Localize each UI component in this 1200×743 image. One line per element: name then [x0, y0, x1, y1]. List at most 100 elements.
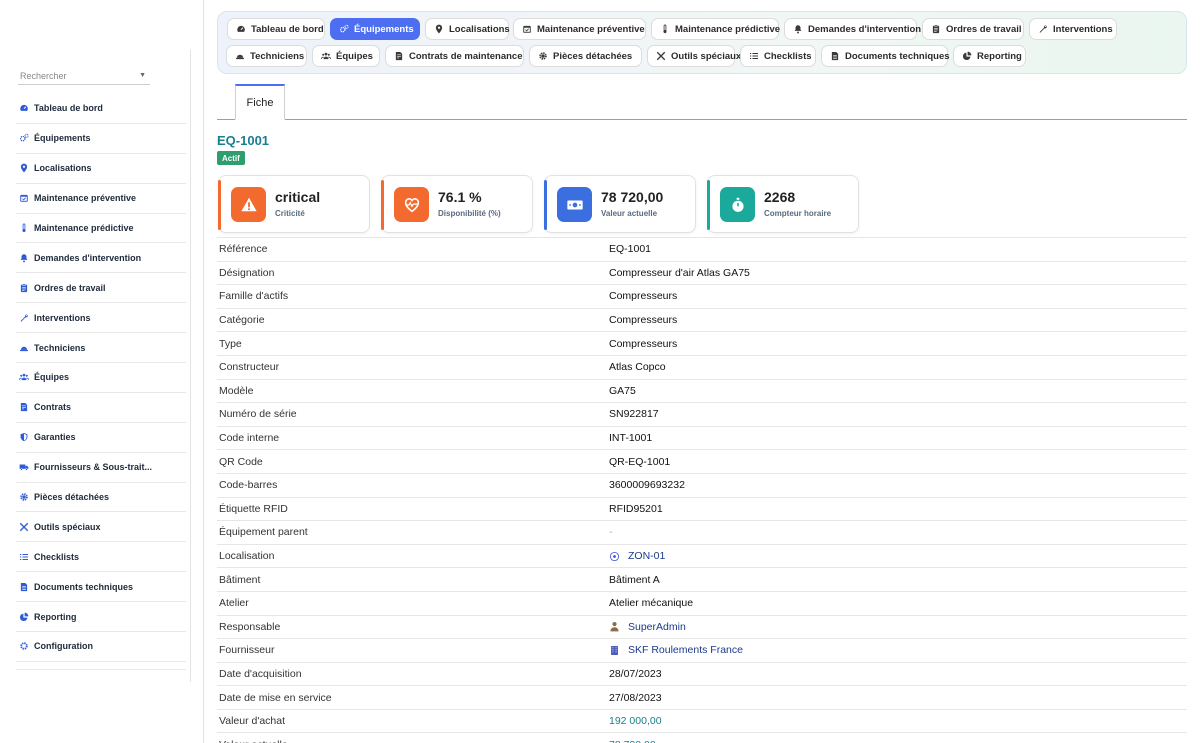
- bell-icon: [19, 253, 29, 263]
- tools-icon: [19, 522, 29, 532]
- shield-icon: [19, 432, 29, 442]
- sidebar-item-pieces-detachees[interactable]: Pièces détachées: [16, 483, 186, 513]
- nav-pill-localisations[interactable]: Localisations: [425, 18, 510, 40]
- sidebar-item-label: Tableau de bord: [34, 103, 103, 114]
- detail-row-valeur-actuelle: Valeur actuelle78 720,00: [217, 732, 1187, 743]
- detail-label: Modèle: [219, 384, 254, 397]
- detail-row-numero-de-serie: Numéro de série SN922817: [217, 402, 1187, 426]
- tab-fiche[interactable]: Fiche: [235, 84, 285, 120]
- nav-pill-techniciens[interactable]: Techniciens: [226, 45, 307, 67]
- map-pin-icon: [19, 163, 29, 173]
- sidebar-item-documents-techniques[interactable]: Documents techniques: [16, 572, 186, 603]
- nav-pill-maintenance-predictive[interactable]: Maintenance prédictive: [651, 18, 780, 40]
- detail-value: QR-EQ-1001: [609, 456, 670, 468]
- sidebar-item-maintenance-preventive[interactable]: Maintenance préventive: [16, 184, 186, 214]
- sidebar-item-label: Garanties: [34, 432, 76, 443]
- detail-value-text: -: [609, 526, 613, 539]
- nav-pill-checklists[interactable]: Checklists: [740, 45, 816, 67]
- thermometer-icon: [19, 223, 29, 233]
- detail-label: Responsable: [219, 620, 281, 633]
- nav-pill-label: Tableau de bord: [251, 23, 324, 35]
- nav-pill-equipements[interactable]: Équipements: [330, 18, 420, 40]
- detail-row-modele: Modèle GA75: [217, 378, 1187, 403]
- detail-value: 27/08/2023: [609, 692, 662, 704]
- detail-label: Désignation: [219, 266, 275, 279]
- detail-value[interactable]: SuperAdmin: [609, 621, 686, 633]
- sidebar-item-outils-speciaux[interactable]: Outils spéciaux: [16, 512, 186, 543]
- detail-value-text: 27/08/2023: [609, 691, 662, 704]
- sidebar-item-maintenance-predictive[interactable]: Maintenance prédictive: [16, 214, 186, 244]
- detail-value: -: [609, 526, 613, 538]
- sidebar-item-interventions[interactable]: Interventions: [16, 303, 186, 334]
- clipboard-icon: [19, 283, 29, 293]
- detail-value[interactable]: SKF Roulements France: [609, 644, 743, 656]
- sidebar-item-label: Checklists: [34, 551, 80, 562]
- detail-value[interactable]: ZON-01: [609, 550, 665, 562]
- sidebar-item-equipes[interactable]: Équipes: [16, 363, 186, 393]
- detail-value: 28/07/2023: [609, 668, 662, 680]
- detail-value-text: Compresseur d'air Atlas GA75: [609, 266, 750, 279]
- kpi-value: 78 720,00: [601, 189, 664, 205]
- nav-pill-label: Reporting: [977, 50, 1022, 62]
- nav-pill-interventions[interactable]: Interventions: [1029, 18, 1117, 40]
- nav-pill-label: Checklists: [764, 50, 812, 62]
- kpi-card-compteur-horaire: 2268 Compteur horaire: [707, 175, 859, 233]
- nav-pill-reporting[interactable]: Reporting: [953, 45, 1026, 67]
- detail-row-responsable: Responsable SuperAdmin: [217, 614, 1187, 639]
- detail-row-type: Type Compresseurs: [217, 331, 1187, 355]
- sidebar-item-demandes-d-intervention[interactable]: Demandes d'intervention: [16, 243, 186, 274]
- nav-pill-outils-speciaux[interactable]: Outils spéciaux: [647, 45, 741, 67]
- search-select[interactable]: Rechercher ▼: [18, 67, 150, 85]
- settings-icon: [19, 641, 29, 651]
- detail-row-qr-code: QR Code QR-EQ-1001: [217, 449, 1187, 473]
- detail-value-text: GA75: [609, 384, 636, 397]
- sidebar-item-fournisseurs-sous-trait[interactable]: Fournisseurs & Sous-trait...: [16, 453, 186, 483]
- detail-label: Équipement parent: [219, 526, 308, 539]
- nav-pill-label: Maintenance préventive: [537, 23, 645, 35]
- detail-row-date-d-acquisition: Date d'acquisition 28/07/2023: [217, 661, 1187, 686]
- detail-row-equipement-parent: Équipement parent -: [217, 520, 1187, 544]
- detail-label: Fournisseur: [219, 644, 275, 657]
- sidebar-item-label: Fournisseurs & Sous-trait...: [34, 462, 153, 473]
- nav-pill-documents-techniques[interactable]: Documents techniques: [821, 45, 950, 67]
- nav-pill-label: Documents techniques: [845, 50, 950, 62]
- sidebar-item-reporting[interactable]: Reporting: [16, 602, 186, 633]
- detail-label: Code interne: [219, 432, 280, 445]
- detail-row-code-interne: Code interne INT-1001: [217, 425, 1187, 450]
- nav-pill-maintenance-preventive[interactable]: Maintenance préventive: [513, 18, 646, 40]
- caret-down-icon: ▼: [139, 72, 146, 79]
- detail-value-text: 3600009693232: [609, 479, 685, 492]
- nav-pill-equipes[interactable]: Équipes: [312, 45, 380, 67]
- status-badge: Actif: [217, 151, 245, 165]
- detail-row-atelier: Atelier Atelier mécanique: [217, 590, 1187, 615]
- detail-value: Bâtiment A: [609, 574, 660, 586]
- sidebar-item-configuration[interactable]: Configuration: [16, 632, 186, 662]
- kpi-value: 2268: [764, 189, 796, 205]
- sidebar-item-tableau-de-bord[interactable]: Tableau de bord: [16, 94, 186, 124]
- cogs-icon: [19, 133, 29, 143]
- map-pin-icon: [434, 24, 444, 34]
- detail-row-etiquette-rfid: Étiquette RFID RFID95201: [217, 496, 1187, 521]
- nav-pill-label: Ordres de travail: [946, 23, 1022, 35]
- file-contract-icon: [19, 402, 29, 412]
- sidebar-item-contrats[interactable]: Contrats: [16, 393, 186, 423]
- sidebar-item-label: Ordres de travail: [34, 282, 106, 293]
- sidebar-menu-end: [16, 662, 186, 670]
- sidebar-item-localisations[interactable]: Localisations: [16, 154, 186, 184]
- nav-pill-label: Contrats de maintenance: [409, 50, 523, 62]
- nav-pill-pieces-detachees[interactable]: Pièces détachées: [529, 45, 642, 67]
- nav-pill-demandes-d-intervention[interactable]: Demandes d'intervention: [784, 18, 921, 40]
- sidebar-item-garanties[interactable]: Garanties: [16, 423, 186, 453]
- detail-value-text: QR-EQ-1001: [609, 455, 671, 468]
- nav-pill-label: Demandes d'intervention: [808, 23, 922, 35]
- nav-pill-contrats-de-maintenance[interactable]: Contrats de maintenance: [385, 45, 524, 67]
- sidebar-item-checklists[interactable]: Checklists: [16, 542, 186, 573]
- nav-pill-tableau-de-bord[interactable]: Tableau de bord: [227, 18, 325, 40]
- sidebar-item-ordres-de-travail[interactable]: Ordres de travail: [16, 273, 186, 304]
- detail-value-text: Atlas Copco: [609, 361, 666, 374]
- sidebar-item-techniciens[interactable]: Techniciens: [16, 333, 186, 364]
- sidebar-item-label: Documents techniques: [34, 581, 134, 592]
- nav-pill-ordres-de-travail[interactable]: Ordres de travail: [922, 18, 1024, 40]
- detail-label: Date d'acquisition: [219, 667, 302, 680]
- sidebar-item-equipements[interactable]: Équipements: [16, 124, 186, 154]
